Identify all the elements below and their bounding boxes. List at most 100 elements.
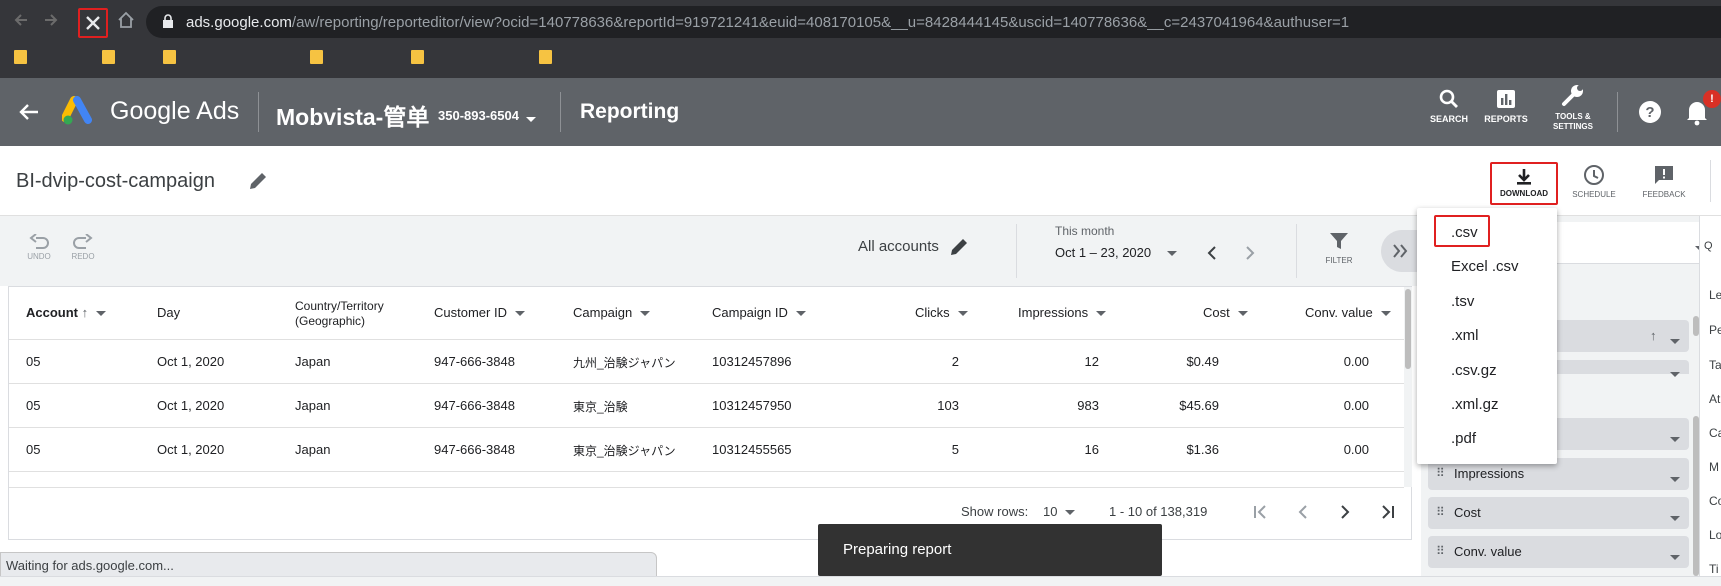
edit-pencil-icon[interactable] [247, 170, 269, 197]
report-table: Account ↑ Day Country/Territory (Geograph… [8, 286, 1412, 540]
redo-icon [73, 233, 93, 249]
notification-badge: ! [1703, 90, 1721, 108]
download-button[interactable]: DOWNLOAD [1490, 162, 1558, 205]
account-chevron-down-icon[interactable] [526, 111, 536, 129]
table-row[interactable]: 05 Oct 1, 2020 Japan 947-666-3848 東京_治験 … [9, 383, 1404, 427]
bookmark-folder-icon[interactable] [411, 50, 424, 64]
undo-icon [29, 233, 49, 249]
previous-page-icon[interactable] [1297, 505, 1309, 524]
stop-loading-button[interactable] [78, 8, 108, 38]
side-list-item[interactable]: Ti [1709, 562, 1719, 576]
side-list-item[interactable]: Lo [1709, 528, 1721, 542]
account-name[interactable]: Mobvista-管单 [276, 98, 429, 132]
back-arrow-icon[interactable] [18, 102, 40, 127]
drag-handle-icon[interactable]: ⠿ [1436, 466, 1445, 480]
schedule-button[interactable]: SCHEDULE [1566, 164, 1622, 199]
menu-item-excel-csv[interactable]: Excel .csv [1451, 258, 1519, 275]
feedback-button[interactable]: FEEDBACK [1636, 164, 1692, 199]
table-row [9, 471, 1404, 487]
redo-button[interactable]: REDO [68, 233, 98, 261]
chevron-down-icon[interactable] [1670, 431, 1680, 446]
table-scrollbar[interactable] [1404, 287, 1412, 487]
toast-message: Preparing report [843, 541, 952, 558]
first-page-icon[interactable] [1253, 505, 1269, 524]
column-header-account[interactable]: Account ↑ [26, 305, 107, 320]
drag-handle-icon[interactable]: ⠿ [1436, 544, 1445, 558]
column-header-campaign-id[interactable]: Campaign ID [712, 305, 806, 320]
tools-settings-button[interactable]: TOOLS & SETTINGS [1540, 84, 1606, 132]
app-header: Google Ads Mobvista-管单 350-893-6504 Repo… [0, 78, 1721, 146]
column-chip-conv-value[interactable]: ⠿ Conv. value [1428, 536, 1689, 568]
search-button[interactable]: SEARCH [1424, 88, 1474, 124]
column-header-cost[interactable]: Cost [1203, 305, 1248, 320]
accounts-selector[interactable]: All accounts [858, 238, 939, 255]
home-icon[interactable] [113, 10, 139, 36]
bookmark-folder-icon[interactable] [539, 50, 552, 64]
address-bar[interactable]: ads.google.com/aw/reporting/reporteditor… [146, 6, 1721, 38]
table-row[interactable]: 05 Oct 1, 2020 Japan 947-666-3848 九州_治験ジ… [9, 339, 1404, 383]
side-list-item[interactable]: Co [1709, 494, 1721, 508]
column-chip-cost[interactable]: ⠿ Cost [1428, 497, 1689, 529]
panel-scrollbar-thumb[interactable] [1693, 416, 1699, 576]
side-list-item[interactable]: Le [1709, 288, 1721, 302]
column-header-customer-id[interactable]: Customer ID [434, 305, 525, 320]
side-list-item[interactable]: Ta [1709, 358, 1721, 372]
sort-ascending-icon: ↑ [81, 305, 89, 320]
forward-arrow-icon[interactable] [38, 10, 64, 36]
undo-button[interactable]: UNDO [24, 233, 54, 261]
column-header-day[interactable]: Day [157, 305, 180, 320]
chevron-down-icon[interactable] [1670, 471, 1680, 486]
panel-scrollbar-thumb[interactable] [1693, 316, 1699, 336]
last-page-icon[interactable] [1379, 505, 1395, 524]
header-divider [1617, 92, 1618, 132]
column-header-clicks[interactable]: Clicks [915, 305, 968, 320]
menu-item-xml-gz[interactable]: .xml.gz [1451, 396, 1499, 413]
sort-ascending-icon[interactable]: ↑ [1650, 328, 1657, 343]
filter-icon [1330, 233, 1348, 249]
next-page-icon[interactable] [1339, 505, 1351, 524]
side-list-item[interactable]: Pe [1709, 323, 1721, 337]
bookmark-folder-icon[interactable] [14, 50, 27, 64]
menu-item-csv-gz[interactable]: .csv.gz [1451, 362, 1497, 379]
column-header-campaign[interactable]: Campaign [573, 305, 651, 320]
help-icon[interactable]: ? [1638, 100, 1662, 129]
menu-item-pdf[interactable]: .pdf [1451, 430, 1476, 447]
bookmark-folder-icon[interactable] [102, 50, 115, 64]
scrollbar-thumb[interactable] [1405, 289, 1411, 369]
bookmark-folder-icon[interactable] [310, 50, 323, 64]
column-header-conv-value[interactable]: Conv. value [1305, 305, 1391, 320]
table-row[interactable]: 05 Oct 1, 2020 Japan 947-666-3848 東京_治験ジ… [9, 427, 1404, 471]
cell-day: Oct 1, 2020 [157, 354, 225, 369]
reports-button[interactable]: REPORTS [1480, 88, 1532, 124]
filter-button[interactable]: FILTER [1322, 230, 1356, 265]
chevron-down-icon[interactable] [1670, 366, 1680, 381]
back-arrow-icon[interactable] [8, 10, 34, 36]
side-list-item[interactable]: M [1709, 460, 1719, 474]
cell-account: 05 [26, 398, 41, 413]
chevron-down-icon[interactable] [1670, 333, 1680, 348]
chevron-left-icon[interactable] [1206, 246, 1218, 265]
chevron-down-icon[interactable] [1670, 510, 1680, 525]
column-header-impressions[interactable]: Impressions [1018, 305, 1107, 320]
cell-clicks: 5 [951, 442, 959, 457]
side-list-item[interactable]: At [1709, 392, 1720, 406]
toast-notification: Preparing report [818, 524, 1162, 576]
menu-item-tsv[interactable]: .tsv [1451, 293, 1474, 310]
menu-item-csv[interactable]: .csv [1451, 224, 1478, 241]
status-text: Waiting for ads.google.com... [6, 558, 174, 573]
menu-item-xml[interactable]: .xml [1451, 327, 1479, 344]
side-list-item[interactable]: Ca [1709, 426, 1721, 440]
rows-per-page-select[interactable]: 10 [1043, 504, 1076, 519]
toolbar-divider [1016, 224, 1017, 278]
column-header-country[interactable]: Country/Territory (Geographic) [295, 299, 384, 329]
cell-cost: $0.49 [1186, 354, 1219, 369]
search-icon[interactable]: Q [1704, 240, 1713, 252]
chevron-right-icon[interactable] [1244, 246, 1256, 265]
bookmark-folder-icon[interactable] [163, 50, 176, 64]
cell-conv-value: 0.00 [1343, 398, 1369, 413]
date-range-selector[interactable]: Oct 1 – 23, 2020 [1055, 245, 1178, 260]
edit-pencil-icon[interactable] [948, 236, 970, 263]
account-id[interactable]: 350-893-6504 [438, 108, 519, 123]
drag-handle-icon[interactable]: ⠿ [1436, 505, 1445, 519]
chevron-down-icon[interactable] [1670, 549, 1680, 564]
